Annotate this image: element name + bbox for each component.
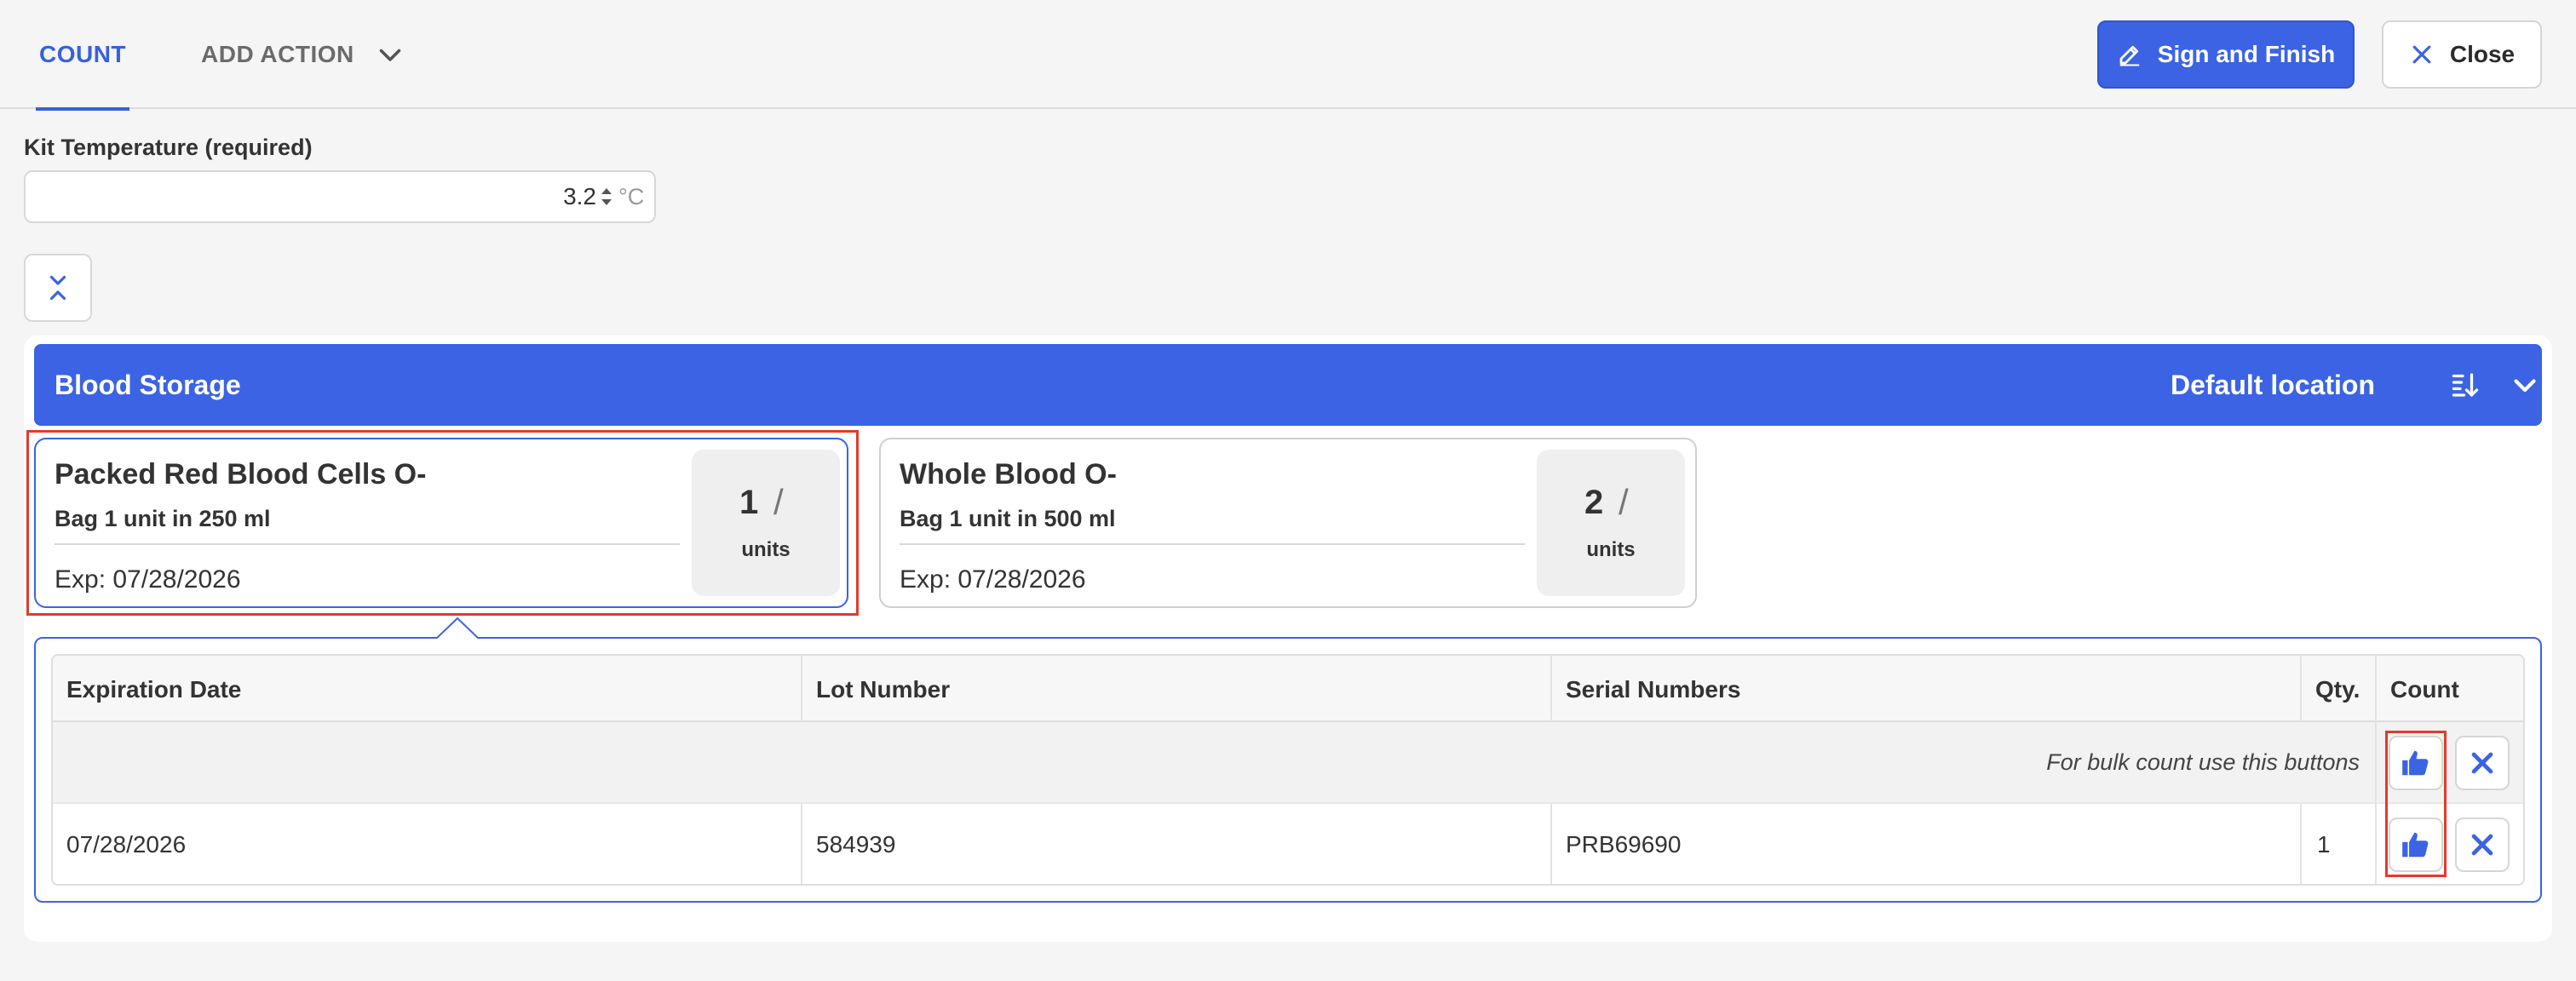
top-bar: COUNT ADD ACTION Sign and Finish Close [0,0,2576,111]
temperature-unit: °C [618,184,645,209]
column-header-count: Count [2390,676,2459,703]
item-packaging: Bag 1 unit in 500 ml [900,506,1116,531]
collapse-icon [49,275,66,301]
column-divider [2375,656,2377,884]
tab-add-action[interactable]: ADD ACTION [201,0,354,109]
cell-lot: 584939 [816,831,896,858]
table-header: Expiration Date Lot Number Serial Number… [53,656,2523,722]
column-divider [1550,656,1552,722]
thumbs-up-icon [2402,832,2429,858]
storage-location: Default location [2170,370,2375,400]
item-name: Packed Red Blood Cells O- [55,458,427,490]
item-count-slash: / [773,482,784,522]
chevron-down-icon[interactable] [375,39,405,70]
item-packaging: Bag 1 unit in 250 ml [55,506,271,531]
item-card-packed-red-blood-cells[interactable]: Packed Red Blood Cells O- Bag 1 unit in … [34,438,848,608]
item-quantity-box: 1 / units [692,450,840,596]
item-count: 1 [739,484,759,521]
cell-serial: PRB69690 [1566,831,1682,858]
collapse-all-button[interactable] [24,254,92,322]
sort-icon[interactable] [2450,370,2481,400]
item-unit: units [1586,538,1636,561]
x-mark-icon [2471,834,2493,856]
item-expiration: Exp: 07/28/2026 [900,565,1086,594]
chevron-down-icon[interactable] [2510,370,2540,400]
x-mark-icon [2471,752,2493,774]
item-count-slash: / [1619,482,1629,522]
divider [55,543,680,545]
column-divider [2300,804,2302,884]
bulk-count-hint: For bulk count use this buttons [2046,749,2360,775]
sign-and-finish-label: Sign and Finish [2157,41,2336,67]
storage-header[interactable]: Blood Storage Default location [34,344,2542,426]
close-x-icon [2412,45,2431,64]
pencil-icon [2119,45,2140,66]
item-count: 2 [1584,484,1604,521]
item-expiration: Exp: 07/28/2026 [55,565,241,594]
column-header-qty: Qty. [2315,676,2360,703]
column-divider [2300,656,2302,722]
row-count-confirm-button[interactable] [2389,818,2443,872]
column-divider [801,804,802,884]
thumbs-up-icon [2402,750,2429,776]
cell-expiration: 07/28/2026 [66,831,187,858]
close-button[interactable]: Close [2382,20,2542,89]
pointer-caret [436,617,479,639]
row-count-reject-button[interactable] [2455,818,2510,872]
kit-temperature-input[interactable] [26,172,596,221]
bulk-count-reject-button[interactable] [2455,736,2510,790]
column-divider [801,656,802,722]
table-row: 07/28/2026 584939 PRB69690 1 [53,804,2523,884]
lot-table: Expiration Date Lot Number Serial Number… [51,654,2525,886]
bulk-count-confirm-button[interactable] [2389,736,2443,790]
column-header-serial: Serial Numbers [1566,676,1741,703]
tab-count[interactable]: COUNT [36,0,129,111]
bulk-count-row: For bulk count use this buttons [53,722,2523,804]
column-divider [1550,804,1552,884]
kit-temperature-label: Kit Temperature (required) [24,135,313,160]
number-spinner-icon[interactable] [598,184,615,209]
storage-title: Blood Storage [55,370,241,400]
item-unit: units [741,538,791,561]
close-label: Close [2449,41,2516,67]
cell-qty: 1 [2317,831,2331,858]
column-header-expiration: Expiration Date [66,676,242,703]
kit-temperature-field-wrapper: °C [24,170,656,223]
divider [900,543,1525,545]
sign-and-finish-button[interactable]: Sign and Finish [2097,20,2355,89]
item-name: Whole Blood O- [900,458,1117,490]
item-card-whole-blood[interactable]: Whole Blood O- Bag 1 unit in 500 ml Exp:… [879,438,1697,608]
column-header-lot: Lot Number [816,676,951,703]
item-quantity-box: 2 / units [1537,450,1685,596]
